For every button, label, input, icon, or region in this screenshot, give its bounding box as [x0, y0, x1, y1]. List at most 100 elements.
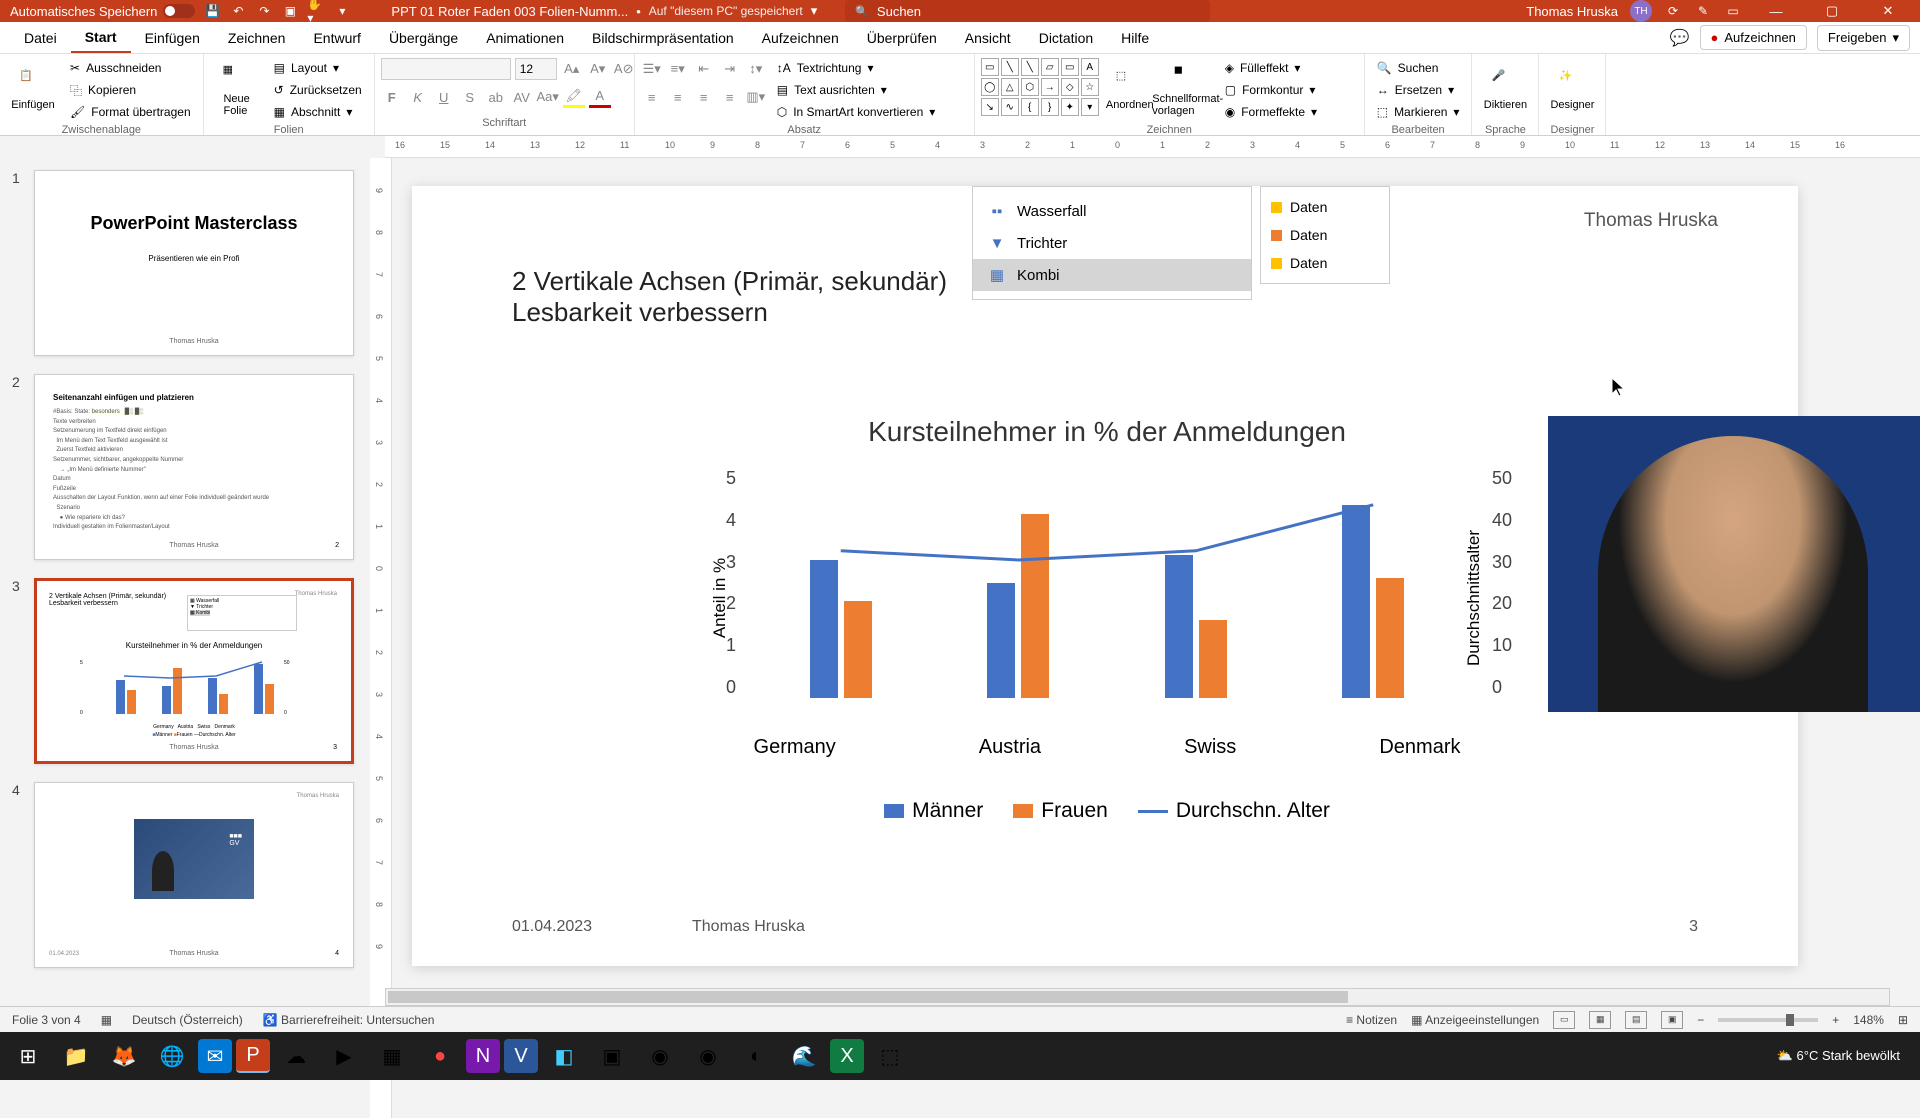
- touch-icon[interactable]: ✋▾: [307, 2, 325, 20]
- sorter-view-button[interactable]: ▦: [1589, 1011, 1611, 1029]
- clear-format-icon[interactable]: A⊘: [613, 58, 635, 80]
- strikethrough-button[interactable]: S: [459, 86, 481, 108]
- columns-button[interactable]: ▥▾: [745, 86, 767, 108]
- draw-icon[interactable]: ✎: [1694, 2, 1712, 20]
- display-settings-button[interactable]: ▦ Anzeigeeinstellungen: [1411, 1013, 1539, 1027]
- app-icon[interactable]: ⬚: [868, 1034, 912, 1078]
- autosave-toggle[interactable]: Automatisches Speichern: [10, 4, 195, 19]
- align-center-button[interactable]: ≡: [667, 86, 689, 108]
- accessibility-check[interactable]: ♿ Barrierefreiheit: Untersuchen: [263, 1013, 435, 1027]
- justify-button[interactable]: ≡: [719, 86, 741, 108]
- italic-button[interactable]: K: [407, 86, 429, 108]
- align-left-button[interactable]: ≡: [641, 86, 663, 108]
- shadow-button[interactable]: ab: [485, 86, 507, 108]
- copy-button[interactable]: ⿻Kopieren: [64, 80, 197, 100]
- app-icon[interactable]: ▦: [370, 1034, 414, 1078]
- explorer-icon[interactable]: 📁: [54, 1034, 98, 1078]
- app-icon[interactable]: ▣: [590, 1034, 634, 1078]
- language-indicator[interactable]: Deutsch (Österreich): [132, 1013, 243, 1027]
- app-icon[interactable]: ◉: [686, 1034, 730, 1078]
- highlight-button[interactable]: 🖍: [563, 86, 585, 108]
- font-size-combo[interactable]: [515, 58, 557, 80]
- app-icon[interactable]: ●: [418, 1034, 462, 1078]
- minimize-button[interactable]: —: [1754, 0, 1798, 22]
- replace-button[interactable]: ↔Ersetzen▾: [1371, 80, 1466, 100]
- find-button[interactable]: 🔍Suchen: [1371, 58, 1466, 78]
- chevron-down-icon[interactable]: ▾: [811, 3, 818, 19]
- zoom-slider[interactable]: [1718, 1018, 1818, 1022]
- obs-icon[interactable]: ◉: [638, 1034, 682, 1078]
- slide-thumbnail-3[interactable]: 2 Vertikale Achsen (Primär, sekundär) Le…: [34, 578, 354, 764]
- shapes-gallery[interactable]: ▭╲╲▱▭A ◯△⬡→◇☆ ↘∿{}✦▾: [981, 58, 1099, 116]
- increase-indent-button[interactable]: ⇥: [719, 58, 741, 80]
- chart[interactable]: Kursteilnehmer in % der Anmeldungen 5432…: [672, 416, 1542, 823]
- save-icon[interactable]: 💾: [203, 2, 221, 20]
- start-button[interactable]: ⊞: [6, 1034, 50, 1078]
- window-icon[interactable]: ▭: [1724, 2, 1742, 20]
- shape-effects-button[interactable]: ◉Formeffekte▾: [1219, 102, 1323, 122]
- designer-button[interactable]: ✨Designer: [1545, 58, 1599, 122]
- select-button[interactable]: ⬚Markieren▾: [1371, 102, 1466, 122]
- cut-button[interactable]: ✂Ausschneiden: [64, 58, 197, 78]
- search-input[interactable]: Suchen: [845, 0, 1210, 22]
- new-slide-button[interactable]: ▦Neue Folie: [210, 58, 264, 122]
- toggle-switch-icon[interactable]: [163, 4, 195, 18]
- line-spacing-button[interactable]: ↕▾: [745, 58, 767, 80]
- menu-zeichnen[interactable]: Zeichnen: [214, 24, 300, 52]
- slide-thumbnail-4[interactable]: Thomas Hruska ■■■GV 01.04.2023 4 Thomas …: [34, 782, 354, 968]
- chart-type-kombi[interactable]: ▦Kombi: [973, 259, 1251, 291]
- user-name[interactable]: Thomas Hruska: [1526, 4, 1618, 19]
- menu-entwurf[interactable]: Entwurf: [299, 24, 374, 52]
- reading-view-button[interactable]: ▤: [1625, 1011, 1647, 1029]
- menu-hilfe[interactable]: Hilfe: [1107, 24, 1163, 52]
- firefox-icon[interactable]: 🦊: [102, 1034, 146, 1078]
- weather-widget[interactable]: ⛅ 6°C Stark bewölkt: [1777, 1048, 1900, 1064]
- format-painter-button[interactable]: 🖌Format übertragen: [64, 102, 197, 122]
- paste-button[interactable]: 📋Einfügen: [6, 58, 60, 122]
- qat-more-icon[interactable]: ▾: [333, 2, 351, 20]
- arrange-button[interactable]: ⬚Anordnen: [1103, 58, 1157, 122]
- bullets-button[interactable]: ☰▾: [641, 58, 663, 80]
- increase-font-icon[interactable]: A▴: [561, 58, 583, 80]
- slideshow-view-button[interactable]: ▣: [1661, 1011, 1683, 1029]
- shape-fill-button[interactable]: ◈Fülleffekt▾: [1219, 58, 1323, 78]
- zoom-level[interactable]: 148%: [1853, 1013, 1884, 1027]
- reset-button[interactable]: ↺Zurücksetzen: [268, 80, 368, 100]
- saved-location[interactable]: Auf "diesem PC" gespeichert: [649, 4, 803, 18]
- chrome-icon[interactable]: 🌐: [150, 1034, 194, 1078]
- redo-icon[interactable]: ↷: [255, 2, 273, 20]
- dictate-button[interactable]: 🎤Diktieren: [1478, 58, 1532, 122]
- bold-button[interactable]: F: [381, 86, 403, 108]
- menu-einfuegen[interactable]: Einfügen: [131, 24, 214, 52]
- excel-icon[interactable]: X: [830, 1039, 864, 1073]
- slide-indicator[interactable]: Folie 3 von 4: [12, 1013, 81, 1027]
- slide-thumbnail-2[interactable]: Seitenanzahl einfügen und platzieren #Ba…: [34, 374, 354, 560]
- font-color-button[interactable]: A: [589, 86, 611, 108]
- comments-icon[interactable]: 💬: [1670, 28, 1690, 48]
- menu-bildschirm[interactable]: Bildschirmpräsentation: [578, 24, 748, 52]
- slide-thumbnail-1[interactable]: PowerPoint Masterclass Präsentieren wie …: [34, 170, 354, 356]
- menu-start[interactable]: Start: [71, 23, 131, 53]
- menu-ansicht[interactable]: Ansicht: [951, 24, 1025, 52]
- undo-icon[interactable]: ↶: [229, 2, 247, 20]
- decrease-indent-button[interactable]: ⇤: [693, 58, 715, 80]
- slideshow-icon[interactable]: ▣: [281, 2, 299, 20]
- menu-ueberpruefen[interactable]: Überprüfen: [853, 24, 951, 52]
- edge-icon[interactable]: 🌊: [782, 1034, 826, 1078]
- align-text-button[interactable]: ▤Text ausrichten▾: [771, 80, 942, 100]
- menu-uebergaenge[interactable]: Übergänge: [375, 24, 472, 52]
- slide-thumbnails-panel[interactable]: 1 PowerPoint Masterclass Präsentieren wi…: [0, 158, 370, 1118]
- menu-animationen[interactable]: Animationen: [472, 24, 578, 52]
- font-combo[interactable]: [381, 58, 511, 80]
- change-case-button[interactable]: Aa▾: [537, 86, 559, 108]
- powerpoint-icon[interactable]: P: [236, 1039, 270, 1073]
- menu-datei[interactable]: Datei: [10, 24, 71, 52]
- sync-icon[interactable]: ⟳: [1664, 2, 1682, 20]
- record-button[interactable]: Aufzeichnen: [1700, 25, 1807, 50]
- app-icon[interactable]: ◐: [734, 1034, 778, 1078]
- layout-button[interactable]: ▤Layout▾: [268, 58, 368, 78]
- scrollbar-thumb[interactable]: [388, 991, 1348, 1003]
- close-button[interactable]: ✕: [1866, 0, 1910, 22]
- app-icon[interactable]: ☁: [274, 1034, 318, 1078]
- maximize-button[interactable]: ▢: [1810, 0, 1854, 22]
